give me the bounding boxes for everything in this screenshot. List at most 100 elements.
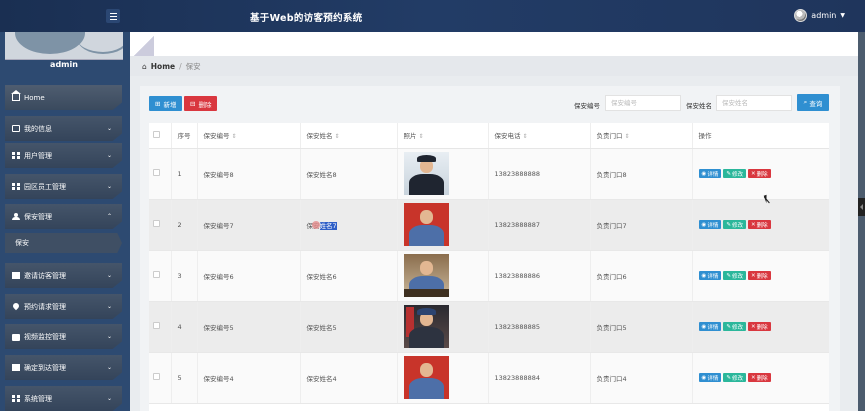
sidebar-item-system-management[interactable]: 系统管理 ⌄: [5, 386, 122, 411]
delete-button[interactable]: ⊟ 删除: [184, 96, 218, 111]
collapse-tab-icon[interactable]: [858, 198, 865, 216]
row-select-cell[interactable]: [149, 199, 172, 251]
guard-photo: [403, 203, 449, 246]
guard-photo: [403, 254, 449, 297]
gate-cell: 负责门口7: [590, 199, 693, 251]
sidebar-item-my-info[interactable]: 我的信息 ⌄: [5, 116, 122, 141]
index-cell: 3: [171, 250, 198, 302]
edit-label: 修改: [731, 171, 743, 178]
select-all-cell[interactable]: [149, 123, 172, 149]
actions-cell: ◉ 详情 ✎ 修改 ✕ 删除: [692, 250, 829, 302]
close-icon: ✕: [750, 221, 756, 228]
actions-cell: ◉ 详情 ✎ 修改 ✕ 删除: [692, 199, 829, 251]
add-button[interactable]: ⊞ 新增: [149, 96, 183, 111]
detail-button[interactable]: ◉ 详情: [698, 373, 722, 382]
sidebar-item-invite-management[interactable]: 邀请访客管理 ⌄: [5, 263, 122, 288]
search-name-input[interactable]: [716, 95, 792, 111]
index-cell: 4: [171, 301, 198, 353]
sidebar-item-home[interactable]: Home: [5, 85, 122, 110]
edit-icon: ✎: [726, 221, 731, 228]
eye-icon: ◉: [701, 374, 707, 381]
sidebar-item-video-management[interactable]: 视频监控管理 ⌄: [5, 324, 122, 349]
delete-label: 删除: [756, 273, 768, 280]
guard-no-cell: 保安编号6: [197, 250, 301, 302]
chevron-down-icon: ⌄: [106, 152, 112, 159]
detail-button[interactable]: ◉ 详情: [698, 322, 722, 331]
column-header-label: 负责门口: [596, 132, 623, 141]
guard-name-cell: 保安姓名6: [300, 250, 398, 302]
menu-toggle-icon[interactable]: [106, 9, 120, 23]
row-delete-button[interactable]: ✕ 删除: [747, 169, 771, 178]
table-row: 4 保安编号5 保安姓名5 13823888885 负责门口5 ◉ 详情 ✎ 修改: [149, 301, 829, 353]
detail-label: 详情: [707, 375, 719, 382]
home-icon: [11, 90, 21, 101]
row-checkbox[interactable]: [153, 220, 160, 227]
sidebar-item-staff-management[interactable]: 园区员工管理 ⌄: [5, 174, 122, 199]
row-select-cell[interactable]: [149, 301, 172, 353]
edit-button[interactable]: ✎ 修改: [723, 169, 746, 178]
search-no-input[interactable]: [605, 95, 681, 111]
close-icon: ✕: [750, 272, 756, 279]
column-header[interactable]: 保安电话 ⇕: [488, 123, 591, 149]
sidebar-item-guard-management[interactable]: 保安管理 ⌃: [5, 204, 122, 229]
detail-button[interactable]: ◉ 详情: [698, 169, 722, 178]
close-icon: ✕: [750, 323, 756, 330]
column-header[interactable]: 保安姓名 ⇕: [300, 123, 398, 149]
user-menu[interactable]: admin ▼: [794, 9, 845, 22]
edit-icon: ✎: [726, 272, 731, 279]
table-row: 3 保安编号6 保安姓名6 13823888886 负责门口6 ◉ 详情 ✎ 修改: [149, 250, 829, 302]
guard-no-cell: 保安编号8: [197, 148, 301, 200]
actions-cell: ◉ 详情 ✎ 修改 ✕ 删除: [692, 352, 829, 404]
close-icon: ✕: [750, 170, 756, 177]
plus-square-icon: ⊞: [155, 99, 161, 108]
column-header-label: 照片: [403, 132, 417, 141]
column-header[interactable]: 照片 ⇕: [397, 123, 489, 149]
column-header[interactable]: 负责门口 ⇕: [590, 123, 693, 149]
edit-button[interactable]: ✎ 修改: [723, 220, 746, 229]
row-delete-button[interactable]: ✕ 删除: [747, 220, 771, 229]
search-name-label: 保安姓名: [686, 102, 712, 110]
detail-label: 详情: [707, 273, 719, 280]
index-cell: 2: [171, 199, 198, 251]
row-checkbox[interactable]: [153, 169, 160, 176]
guard-name-cell: 保安姓名7: [300, 199, 398, 251]
detail-button[interactable]: ◉ 详情: [698, 271, 722, 280]
scrollbar-track[interactable]: [858, 32, 865, 411]
detail-button[interactable]: ◉ 详情: [698, 220, 722, 229]
select-all-checkbox[interactable]: [153, 130, 160, 138]
guard-photo: [403, 356, 449, 399]
eye-icon: ◉: [701, 221, 707, 228]
row-checkbox[interactable]: [153, 322, 160, 329]
edit-button[interactable]: ✎ 修改: [723, 373, 746, 382]
sidebar-item-user-management[interactable]: 用户管理 ⌄: [5, 143, 122, 168]
edit-label: 修改: [731, 273, 743, 280]
column-header-label: 保安电话: [494, 132, 521, 141]
row-select-cell[interactable]: [149, 250, 172, 302]
row-select-cell[interactable]: [149, 148, 172, 200]
sort-icon: ⇕: [231, 133, 237, 141]
column-header-label: 保安姓名: [306, 132, 333, 141]
gate-cell: 负责门口6: [590, 250, 693, 302]
edit-button[interactable]: ✎ 修改: [723, 271, 746, 280]
row-delete-button[interactable]: ✕ 删除: [747, 373, 771, 382]
eye-icon: ◉: [701, 323, 707, 330]
edit-button[interactable]: ✎ 修改: [723, 322, 746, 331]
column-header-label: 操作: [698, 132, 712, 141]
sidebar-item-label: Home: [24, 93, 45, 102]
sort-icon: ⇕: [522, 133, 528, 141]
column-header[interactable]: 保安编号 ⇕: [197, 123, 301, 149]
photo-cell: [397, 250, 489, 302]
sidebar-item-arrival-management[interactable]: 确定到达管理 ⌄: [5, 355, 122, 380]
breadcrumb-home[interactable]: Home: [151, 62, 175, 71]
guard-name-cell: 保安姓名8: [300, 148, 398, 200]
sidebar-item-appointment-management[interactable]: 预约请求管理 ⌄: [5, 294, 122, 319]
row-delete-button[interactable]: ✕ 删除: [747, 271, 771, 280]
sidebar-subitem-guard[interactable]: 保安: [5, 233, 122, 253]
row-checkbox[interactable]: [153, 271, 160, 278]
row-checkbox[interactable]: [153, 373, 160, 380]
profile-username: admin: [50, 60, 78, 69]
search-button[interactable]: ⌕ 查询: [797, 94, 829, 111]
row-select-cell[interactable]: [149, 352, 172, 404]
grid-icon: [12, 183, 20, 190]
row-delete-button[interactable]: ✕ 删除: [747, 322, 771, 331]
